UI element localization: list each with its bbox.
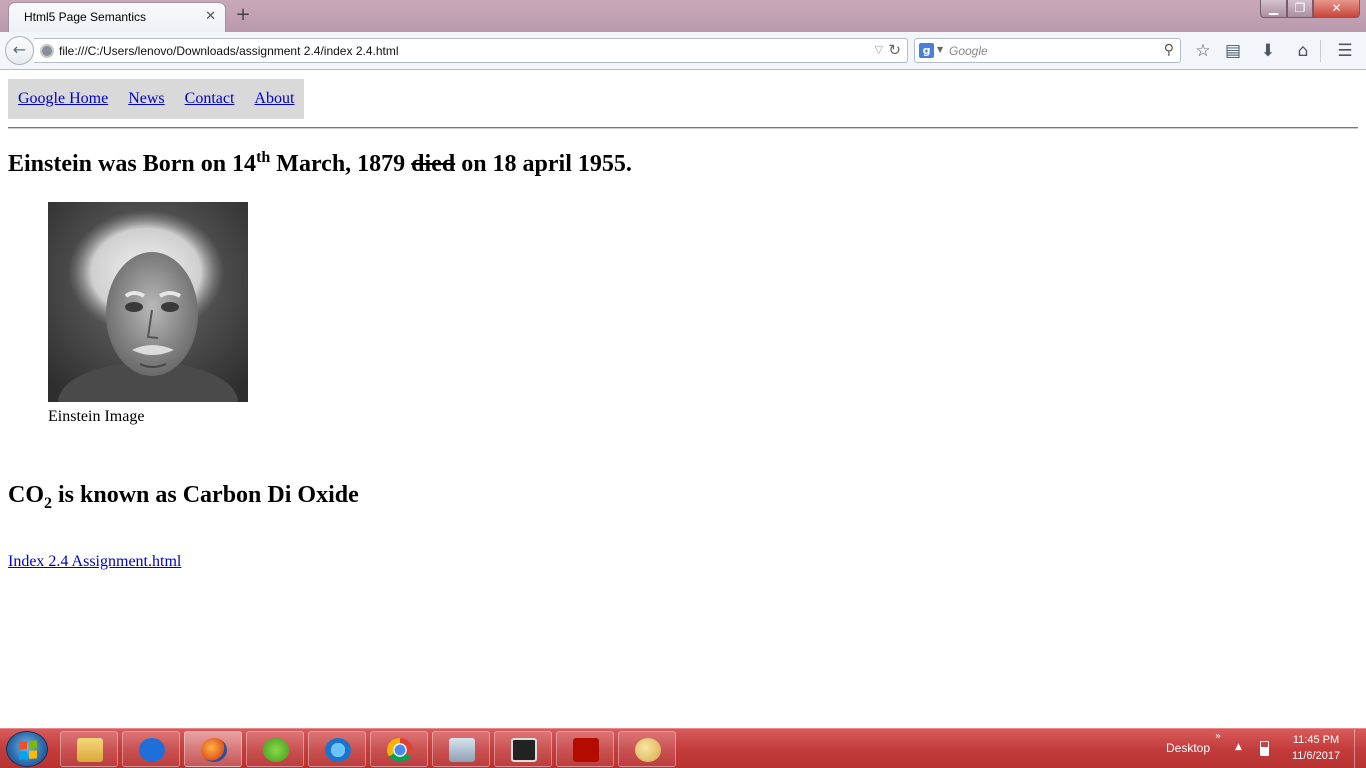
heading2-part1: CO [8,482,44,508]
show-desktop-button[interactable] [1354,729,1366,768]
browser-toolbar: ← file:///C:/Users/lenovo/Downloads/assi… [0,32,1366,70]
nav-link-contact[interactable]: Contact [185,90,235,108]
clock-time[interactable]: 11:45 PM [1284,734,1348,746]
heading1-part2: March, 1879 [270,151,412,177]
clock-date[interactable]: 11/6/2017 [1284,750,1348,762]
taskbar-green-app[interactable] [246,731,304,767]
taskbar-file-explorer[interactable] [60,731,118,767]
heading1-superscript: th [256,149,271,166]
taskbar-acrobat-reader[interactable] [556,731,614,767]
calculator-icon [449,738,475,762]
menu-icon[interactable]: ☰ [1334,40,1356,62]
internet-explorer-icon [325,738,351,762]
firefox-icon [201,738,227,762]
terminal-icon [511,738,537,762]
taskbar-internet-explorer[interactable] [308,731,366,767]
co2-heading: CO2 is known as Carbon Di Oxide [8,482,359,512]
heading2-part2: is known as Carbon Di Oxide [52,482,359,508]
search-input[interactable] [949,42,1149,60]
taskbar-paint[interactable] [618,731,676,767]
tab-title: Html5 Page Semantics [24,10,147,24]
acrobat-icon [573,738,599,762]
maximize-button[interactable]: ❐ [1287,0,1313,18]
nav-link-news[interactable]: News [128,90,164,108]
bookmark-star-icon[interactable]: ☆ [1192,40,1214,62]
start-button[interactable] [6,731,48,767]
chrome-icon [387,738,413,762]
reload-icon[interactable]: ↻ [888,41,901,59]
windows-logo-icon [19,740,37,760]
google-search-engine-icon[interactable]: g [919,43,934,58]
green-app-icon [263,738,289,762]
search-bar[interactable]: g ▼ ⚲ [914,38,1181,63]
taskbar-calculator[interactable] [432,731,490,767]
search-engine-dropdown-icon[interactable]: ▼ [937,45,943,54]
heading2-subscript: 2 [44,494,52,512]
home-icon[interactable]: ⌂ [1292,40,1314,62]
site-identity-icon[interactable] [40,44,54,58]
tab-close-icon[interactable]: ✕ [205,9,216,25]
assignment-link[interactable]: Index 2.4 Assignment.html [8,553,181,571]
einstein-figure: Einstein Image [48,202,248,426]
minimize-button[interactable]: ▁ [1260,0,1287,18]
taskbar: Desktop » ▲ 11:45 PM 11/6/2017 [0,728,1366,768]
nav-link-about[interactable]: About [254,90,294,108]
downloads-icon[interactable]: ⬇ [1257,40,1279,62]
search-go-icon[interactable]: ⚲ [1164,42,1174,58]
taskbar-teamviewer[interactable] [122,731,180,767]
heading1-part1: Einstein was Born on 14 [8,151,257,177]
horizontal-rule [8,127,1358,129]
heading1-strikethrough: died [411,151,456,177]
back-button[interactable]: ← [5,36,34,65]
browser-tab[interactable]: Html5 Page Semantics ✕ [8,2,226,32]
einstein-portrait-image [48,202,248,402]
new-tab-button[interactable]: + [233,5,253,25]
url-dropdown-icon[interactable]: ▽ [875,43,883,56]
einstein-heading: Einstein was Born on 14th March, 1879 di… [8,149,632,178]
tray-expand-icon[interactable]: ▲ [1235,742,1242,752]
chevron-right-icon[interactable]: » [1215,731,1221,742]
taskbar-firefox[interactable] [184,731,242,767]
battery-icon[interactable] [1260,741,1269,756]
reading-list-icon[interactable]: ▤ [1222,40,1244,62]
site-nav: Google Home News Contact About [8,79,305,119]
address-bar[interactable]: file:///C:/Users/lenovo/Downloads/assign… [34,38,908,63]
browser-titlebar: Html5 Page Semantics ✕ + ▁ ❐ ✕ [0,0,1366,32]
url-text[interactable]: file:///C:/Users/lenovo/Downloads/assign… [59,44,399,58]
taskbar-chrome[interactable] [370,731,428,767]
close-window-button[interactable]: ✕ [1313,0,1360,18]
nav-link-google-home[interactable]: Google Home [18,90,108,108]
teamviewer-icon [139,738,165,762]
desktop-toolbar-label[interactable]: Desktop [1166,741,1210,755]
back-icon: ← [12,40,27,59]
heading1-part3: on 18 april 1955. [455,151,632,177]
paint-icon [635,738,661,762]
page-content: Google Home News Contact About Einstein … [0,71,1366,728]
figure-caption: Einstein Image [48,408,145,425]
taskbar-terminal[interactable] [494,731,552,767]
toolbar-separator [1320,40,1321,62]
folder-icon [77,738,103,762]
